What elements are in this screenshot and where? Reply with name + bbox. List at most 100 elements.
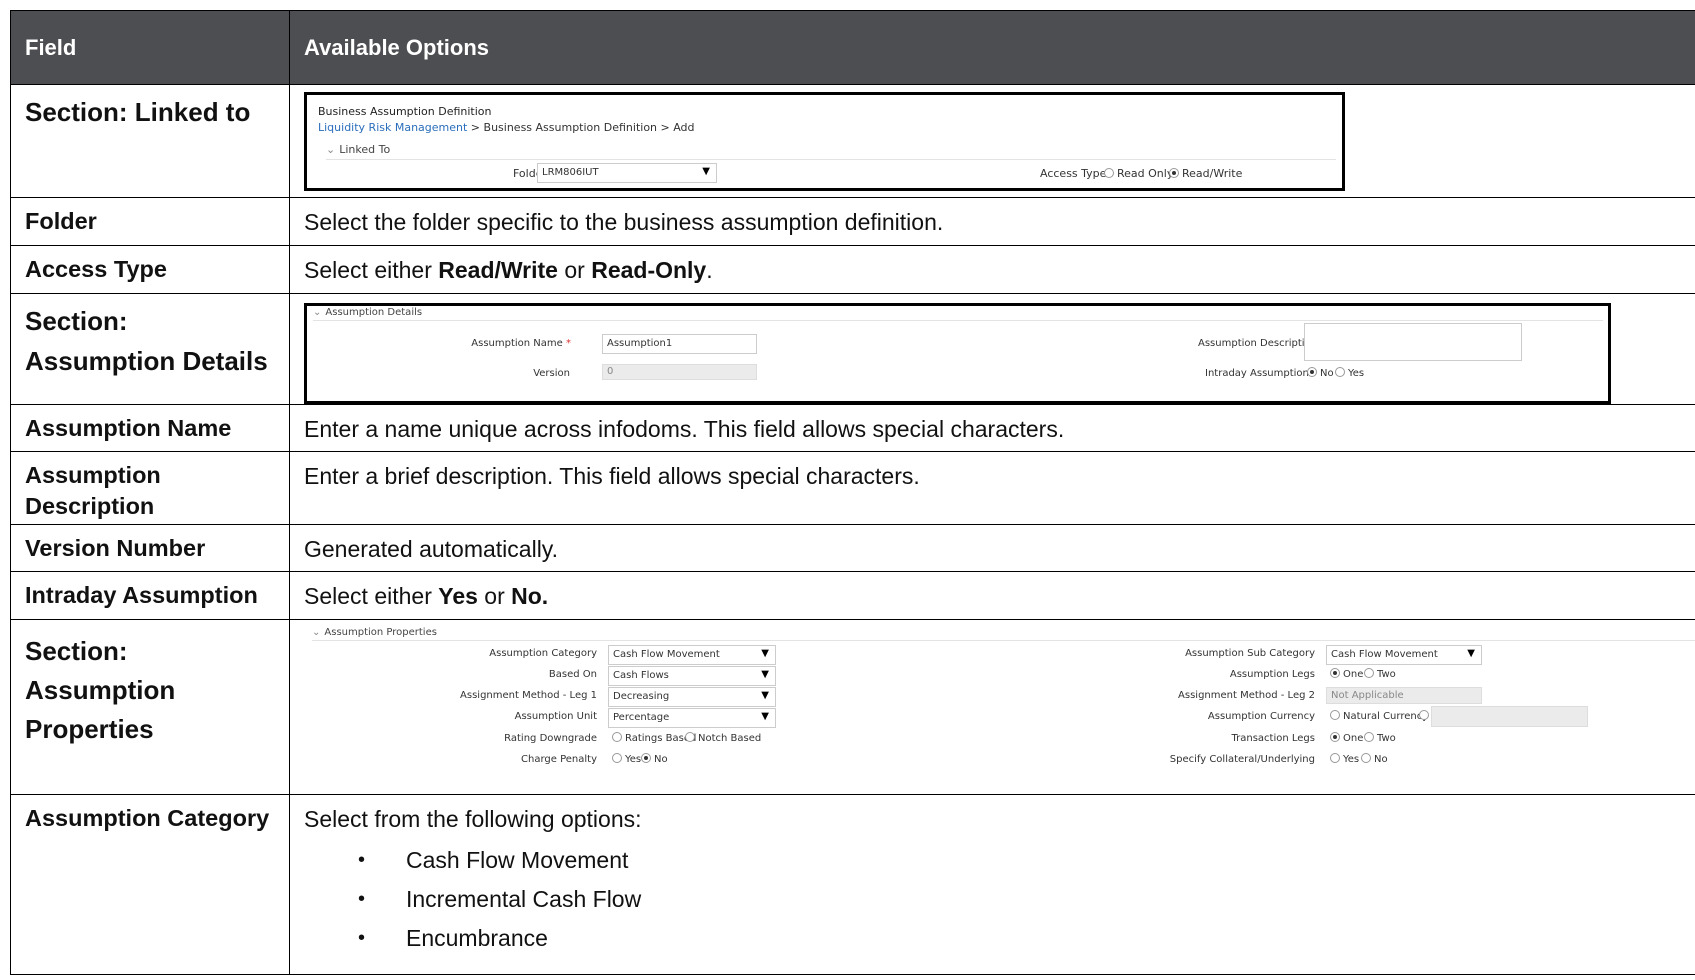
radio-collateral-no[interactable]: No: [1361, 753, 1388, 765]
header-field: Field: [10, 10, 290, 85]
radio-txn-two[interactable]: Two: [1364, 732, 1396, 744]
assumption-name-input[interactable]: Assumption1: [602, 334, 757, 354]
table-row: Section: Linked to Business Assumption D…: [10, 84, 1695, 198]
list-item: Encumbrance: [290, 919, 1695, 958]
radio-natural-currency[interactable]: Natural Currency: [1330, 710, 1428, 722]
field-options-table: Field Available Options Section: Linked …: [10, 10, 1695, 975]
method-leg1-label: Assignment Method - Leg 1: [460, 690, 597, 701]
chevron-down-icon: ⌄: [312, 627, 321, 638]
table-row: Access Type Select either Read/Write or …: [10, 245, 1695, 294]
radio-notch-based[interactable]: Notch Based: [685, 732, 761, 744]
radio-icon: [612, 732, 622, 742]
section-header[interactable]: ⌄ Assumption Details: [313, 307, 422, 318]
unit-label: Assumption Unit: [514, 711, 597, 722]
collateral-label: Specify Collateral/Underlying: [1169, 754, 1315, 765]
radio-legs-two[interactable]: Two: [1364, 668, 1396, 680]
list-item: Incremental Cash Flow: [290, 880, 1695, 919]
option-text: Enter a brief description. This field al…: [304, 463, 920, 489]
field-label: Intraday Assumption: [25, 582, 258, 608]
chevron-down-icon: ⌄: [313, 307, 322, 318]
linked-to-screenshot: Business Assumption Definition Liquidity…: [304, 92, 1345, 191]
based-on-select[interactable]: Cash Flows ▼: [608, 666, 776, 686]
radio-icon: [1335, 367, 1345, 377]
field-label: Assumption Description: [25, 462, 161, 519]
based-on-label: Based On: [548, 669, 597, 680]
subcategory-select[interactable]: Cash Flow Movement ▼: [1326, 645, 1482, 665]
method-leg2-label: Assignment Method - Leg 2: [1178, 690, 1315, 701]
table-row: Section: Assumption Properties ⌄ Assumption…: [10, 619, 1695, 795]
description-textarea[interactable]: [1304, 323, 1522, 361]
currency-input: [1431, 706, 1588, 727]
option-text: Select the folder specific to the busine…: [304, 209, 944, 235]
radio-yes[interactable]: Yes: [1335, 367, 1364, 379]
assumption-details-screenshot: ⌄ Assumption Details Assumption Name * As…: [304, 303, 1611, 404]
caret-down-icon: ▼: [1467, 648, 1475, 659]
rating-label: Rating Downgrade: [504, 733, 597, 744]
method-leg1-select[interactable]: Decreasing ▼: [608, 687, 776, 707]
radio-penalty-yes[interactable]: Yes: [612, 753, 641, 765]
method-leg2-input: Not Applicable: [1326, 687, 1482, 704]
field-label: Assumption Category: [25, 805, 270, 831]
option-text: Select either Yes or No.: [304, 583, 549, 609]
radio-penalty-no[interactable]: No: [641, 753, 668, 765]
table-row: Assumption Name Enter a name unique acro…: [10, 404, 1695, 452]
divider: [313, 320, 1603, 321]
caret-down-icon: ▼: [761, 690, 769, 701]
document: Field Available Options Section: Linked …: [10, 10, 1695, 975]
radio-icon: [1330, 753, 1340, 763]
table-row: Section: Assumption Details ⌄ Assumption D…: [10, 293, 1695, 405]
unit-select[interactable]: Percentage ▼: [608, 708, 776, 728]
breadcrumb: Liquidity Risk Management > Business Ass…: [318, 121, 695, 134]
option-text: Enter a name unique across infodoms. Thi…: [304, 416, 1065, 442]
radio-no[interactable]: No: [1307, 367, 1334, 379]
header-options: Available Options: [289, 10, 1695, 85]
intraday-label: Intraday Assumption *: [1205, 368, 1317, 379]
field-label: Section: Assumption Properties: [25, 636, 176, 744]
radio-collateral-yes[interactable]: Yes: [1330, 753, 1359, 765]
radio-selected-icon: [1330, 732, 1340, 742]
radio-icon: [1419, 710, 1429, 720]
radio-ratings-based[interactable]: Ratings Based: [612, 732, 696, 744]
caret-down-icon: ▼: [761, 711, 769, 722]
breadcrumb-link[interactable]: Liquidity Risk Management: [318, 121, 467, 134]
table-row: Intraday Assumption Select either Yes or…: [10, 571, 1695, 620]
screen-title: Business Assumption Definition: [318, 105, 492, 118]
radio-selected-icon: [1307, 367, 1317, 377]
section-header[interactable]: ⌄ Assumption Properties: [312, 627, 437, 638]
section-header[interactable]: ⌄ Linked To: [326, 143, 390, 156]
category-select[interactable]: Cash Flow Movement ▼: [608, 645, 776, 665]
access-type-label: Access Type: [1040, 167, 1107, 180]
table-row: Folder Select the folder specific to the…: [10, 197, 1695, 246]
radio-selected-icon: [1330, 668, 1340, 678]
field-label: Access Type: [25, 256, 167, 282]
folder-select[interactable]: LRM806IUT ▼: [537, 163, 717, 183]
option-text: Select either Read/Write or Read-Only.: [304, 257, 713, 283]
radio-txn-one[interactable]: One: [1330, 732, 1363, 744]
radio-read-write[interactable]: Read/Write: [1169, 167, 1242, 180]
chevron-down-icon: ⌄: [326, 143, 336, 156]
radio-selected-icon: [1169, 168, 1179, 178]
radio-icon: [685, 732, 695, 742]
radio-icon: [1104, 168, 1114, 178]
radio-icon: [1330, 710, 1340, 720]
caret-down-icon: ▼: [761, 669, 769, 680]
table-row: Assumption Category Select from the foll…: [10, 794, 1695, 975]
option-text: Generated automatically.: [304, 536, 558, 562]
subcategory-label: Assumption Sub Category: [1185, 648, 1315, 659]
version-input: 0: [602, 364, 757, 380]
assumption-properties-screenshot: ⌄ Assumption Properties Assumption Catego…: [304, 626, 1695, 780]
currency-label: Assumption Currency: [1207, 711, 1315, 722]
penalty-label: Charge Penalty: [521, 754, 597, 765]
table-row: Version Number Generated automatically.: [10, 524, 1695, 572]
table-row: Assumption Description Enter a brief desc…: [10, 451, 1695, 525]
divider: [312, 640, 1695, 641]
field-label: Assumption Name: [25, 415, 232, 441]
field-label: Section: Assumption Details: [25, 306, 268, 376]
radio-selected-icon: [641, 753, 651, 763]
field-label: Version Number: [25, 535, 206, 561]
radio-read-only[interactable]: Read Only: [1104, 167, 1173, 180]
divider: [326, 159, 1336, 160]
field-label: Folder: [25, 208, 97, 234]
radio-legs-one[interactable]: One: [1330, 668, 1363, 680]
field-label: Section: Linked to: [25, 97, 251, 127]
